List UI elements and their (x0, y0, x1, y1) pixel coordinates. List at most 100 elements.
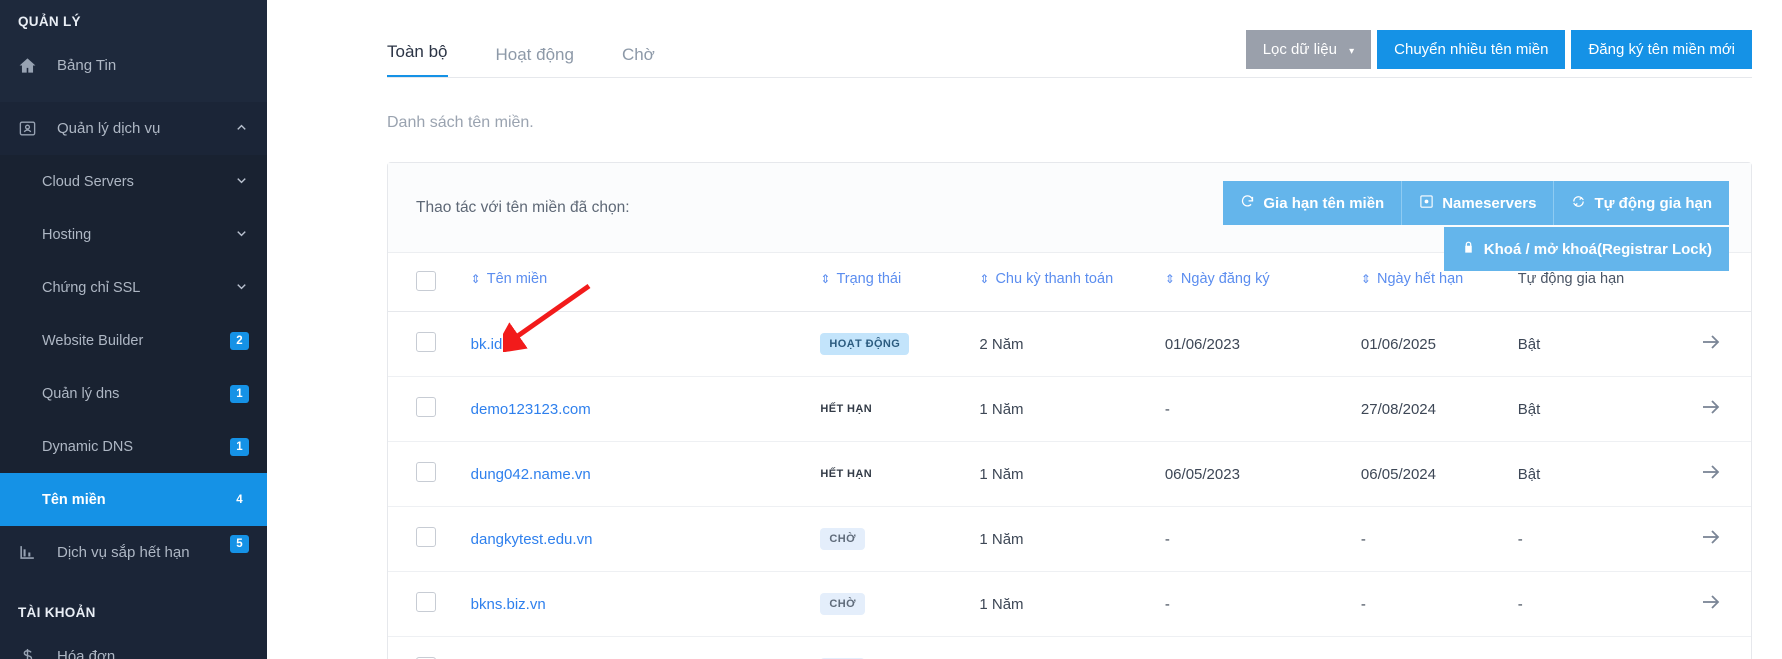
row-checkbox[interactable] (416, 397, 436, 417)
sidebar-item-expiring-services[interactable]: Dịch vụ sắp hết hạn 5 (0, 526, 267, 579)
filter-button[interactable]: Lọc dữ liệu ▾ (1245, 30, 1372, 69)
row-checkbox[interactable] (416, 527, 436, 547)
row-registered-cell: 06/05/2023 (1164, 441, 1361, 507)
sort-icon[interactable]: ⇕ (979, 272, 989, 286)
row-detail-arrow-icon[interactable] (1699, 590, 1723, 618)
bar-chart-icon (18, 543, 48, 562)
topbar: Toàn bộ Hoạt động Chờ Lọc dữ liệu ▾ Chuy… (267, 0, 1782, 78)
row-checkbox[interactable] (416, 332, 436, 352)
domain-link[interactable]: bk.id.vn (471, 336, 523, 353)
sidebar-item-website-builder[interactable]: Website Builder 2 (0, 314, 267, 367)
sidebar-item-label: Website Builder (42, 332, 144, 349)
status-badge: HOẠT ĐỘNG (820, 333, 910, 355)
tab-hoat-dong[interactable]: Hoạt động (496, 45, 574, 78)
register-new-domain-button[interactable]: Đăng ký tên miền mới (1571, 30, 1752, 69)
header-status-label: Trạng thái (836, 271, 902, 287)
sort-icon[interactable]: ⇕ (1165, 272, 1175, 286)
sidebar-section-manage: QUẢN LÝ (18, 14, 81, 29)
row-go-cell (1676, 636, 1751, 659)
header-domain-label: Tên miền (486, 271, 548, 287)
sidebar-item-label: Dynamic DNS (42, 438, 134, 455)
row-go-cell (1676, 506, 1751, 572)
bulk-action-row-1: Gia hạn tên miền Nameservers Tự động gia… (1223, 181, 1729, 225)
row-select-cell (388, 506, 471, 572)
nameservers-button[interactable]: Nameservers (1401, 181, 1554, 225)
sidebar-item-ssl[interactable]: Chứng chỉ SSL (0, 261, 267, 314)
server-icon (1419, 194, 1434, 212)
row-auto-renew-cell: - (1517, 506, 1677, 572)
home-icon (18, 56, 48, 75)
chevron-down-icon[interactable] (234, 173, 249, 190)
row-detail-arrow-icon[interactable] (1699, 525, 1723, 553)
sidebar-item-dashboard[interactable]: Bảng Tin (0, 39, 267, 92)
refresh-icon (1240, 194, 1255, 212)
header-status[interactable]: ⇕ Trạng thái (820, 253, 979, 312)
table-row[interactable]: bkns.biz.vn CHỜ 1 Năm - - - (388, 571, 1751, 637)
sidebar-item-invoices[interactable]: Hóa đơn (0, 630, 267, 659)
row-cycle-cell: 2 Năm (979, 636, 1165, 659)
row-select-cell (388, 376, 471, 442)
row-domain-cell: bk.id.vn (470, 311, 821, 377)
main-content: Toàn bộ Hoạt động Chờ Lọc dữ liệu ▾ Chuy… (267, 0, 1782, 659)
row-status-cell: CHỜ (820, 571, 980, 637)
table-row[interactable]: dangkytest.edu.vn CHỜ 1 Năm - - - (388, 506, 1751, 572)
sidebar-badge: 4 (230, 490, 249, 509)
renew-domain-button[interactable]: Gia hạn tên miền (1223, 181, 1402, 225)
tab-cho[interactable]: Chờ (622, 45, 655, 78)
table-row[interactable]: dung042.name.vn HẾT HẠN 1 Năm 06/05/2023 06/… (388, 441, 1751, 507)
renew-domain-label: Gia hạn tên miền (1263, 194, 1385, 212)
lock-icon (1461, 240, 1476, 258)
row-domain-cell: demo123123.com (470, 376, 821, 442)
row-auto-renew-cell: Bật (1517, 441, 1677, 507)
sort-icon[interactable]: ⇕ (471, 272, 481, 286)
row-detail-arrow-icon[interactable] (1699, 395, 1723, 423)
header-billing-cycle[interactable]: ⇕ Chu kỳ thanh toán (979, 253, 1164, 312)
chevron-down-icon[interactable] (234, 226, 249, 243)
row-checkbox[interactable] (416, 592, 436, 612)
sort-icon[interactable]: ⇕ (1361, 272, 1371, 286)
registrar-lock-button[interactable]: Khoá / mở khoá(Registrar Lock) (1443, 227, 1729, 271)
chevron-up-icon[interactable] (234, 120, 249, 137)
domain-link[interactable]: dung042.name.vn (471, 466, 591, 483)
sidebar-item-cloud-servers[interactable]: Cloud Servers (0, 155, 267, 208)
sidebar-item-ten-mien[interactable]: Tên miền 4 (0, 473, 267, 526)
row-checkbox[interactable] (416, 462, 436, 482)
table-row[interactable]: bk.id.vn HOẠT ĐỘNG 2 Năm 01/06/2023 01/06/20… (388, 311, 1751, 377)
row-auto-renew-cell: Bật (1517, 376, 1677, 442)
sidebar-item-dynamic-dns[interactable]: Dynamic DNS 1 (0, 420, 267, 473)
sidebar-top-block: QUẢN LÝ Bảng Tin (0, 0, 267, 102)
sidebar-badge: 2 (230, 331, 249, 350)
domain-link[interactable]: demo123123.com (471, 401, 591, 418)
sidebar-item-dns[interactable]: Quản lý dns 1 (0, 367, 267, 420)
row-detail-arrow-icon[interactable] (1699, 330, 1723, 358)
status-badge: CHỜ (820, 528, 865, 550)
registrar-lock-label: Khoá / mở khoá(Registrar Lock) (1483, 240, 1712, 258)
select-all-checkbox[interactable] (416, 271, 436, 291)
tab-bar: Toàn bộ Hoạt động Chờ (387, 0, 655, 78)
row-domain-cell: dung042.name.vn (470, 441, 821, 507)
row-detail-arrow-icon[interactable] (1699, 655, 1723, 659)
header-domain[interactable]: ⇕ Tên miền (471, 253, 821, 312)
row-detail-arrow-icon[interactable] (1699, 460, 1723, 488)
row-domain-cell: bkns.biz.vn (470, 571, 821, 637)
domain-link[interactable]: bkns.biz.vn (471, 596, 546, 613)
filter-button-label: Lọc dữ liệu (1262, 41, 1337, 58)
row-select-cell (388, 441, 471, 507)
auto-renew-button[interactable]: Tự động gia hạn (1553, 181, 1729, 225)
sidebar-group-services[interactable]: Quản lý dịch vụ (0, 102, 267, 155)
sidebar-item-label: Quản lý dns (42, 385, 120, 402)
table-row[interactable]: demo123123.com HẾT HẠN 1 Năm -27/08/2024 Bật (388, 376, 1751, 442)
row-registered-cell: - (1164, 571, 1361, 637)
sidebar-item-label: Chứng chỉ SSL (42, 279, 141, 296)
bulk-action-bar: Thao tác với tên miền đã chọn: Gia hạn t… (388, 163, 1751, 271)
sidebar-item-hosting[interactable]: Hosting (0, 208, 267, 261)
tab-toan-bo[interactable]: Toàn bộ (387, 42, 448, 78)
chevron-down-icon[interactable] (234, 279, 249, 296)
row-expiry-cell: 27/08/2024 (1360, 376, 1518, 442)
transfer-many-domains-button[interactable]: Chuyển nhiều tên miền (1377, 30, 1566, 69)
row-auto-renew-cell: Bật (1517, 311, 1677, 377)
sort-icon[interactable]: ⇕ (820, 272, 830, 286)
table-row[interactable]: demo1232312.vnCHỜ2 Năm--- (388, 636, 1751, 659)
bulk-action-label: Thao tác với tên miền đã chọn: (416, 198, 630, 216)
domain-link[interactable]: dangkytest.edu.vn (471, 531, 593, 548)
